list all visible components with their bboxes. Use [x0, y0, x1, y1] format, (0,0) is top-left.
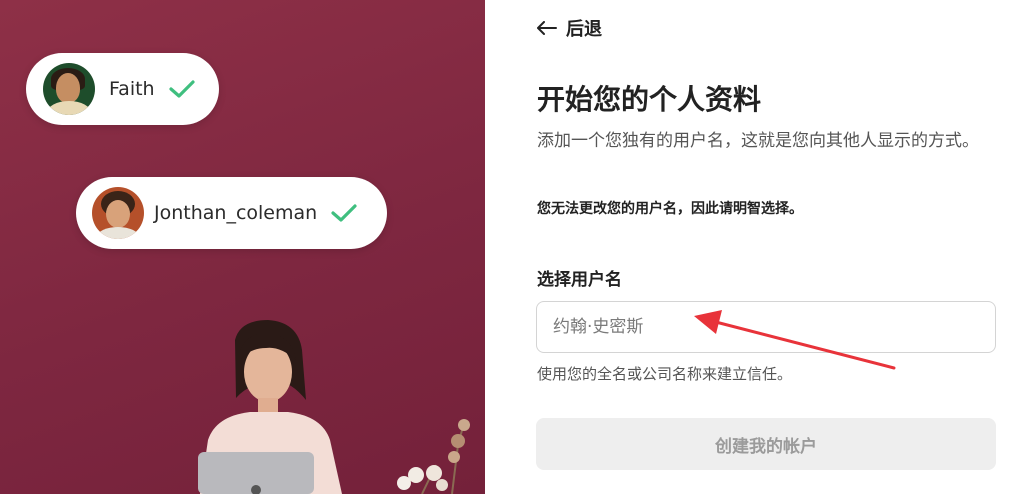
back-button[interactable]: 后退 [537, 16, 602, 40]
page-description: 添加一个您独有的用户名，这就是您向其他人显示的方式。 [537, 131, 979, 151]
username-label: 选择用户名 [537, 270, 622, 290]
page-title: 开始您的个人资料 [537, 83, 762, 116]
dried-flowers-decoration [397, 419, 470, 494]
back-arrow-icon [537, 21, 557, 35]
user-chip-faith: Faith [26, 53, 219, 125]
avatar [92, 187, 144, 239]
user-chip-jonthan: Jonthan_coleman [76, 177, 387, 249]
check-icon [169, 80, 195, 98]
chip-username: Jonthan_coleman [154, 202, 318, 224]
signup-form-panel: 后退 开始您的个人资料 添加一个您独有的用户名，这就是您向其他人显示的方式。 您… [485, 0, 1035, 494]
create-account-button[interactable]: 创建我的帐户 [536, 418, 996, 470]
hero-image-panel: Faith Jonthan_coleman [0, 0, 485, 494]
woman-with-laptop-illustration [198, 320, 342, 494]
chip-username: Faith [109, 78, 155, 100]
username-hint: 使用您的全名或公司名称来建立信任。 [537, 365, 793, 383]
username-input[interactable] [536, 301, 996, 353]
back-label: 后退 [566, 19, 602, 40]
username-warning: 您无法更改您的用户名，因此请明智选择。 [537, 201, 803, 217]
check-icon [331, 204, 357, 222]
avatar [43, 63, 95, 115]
